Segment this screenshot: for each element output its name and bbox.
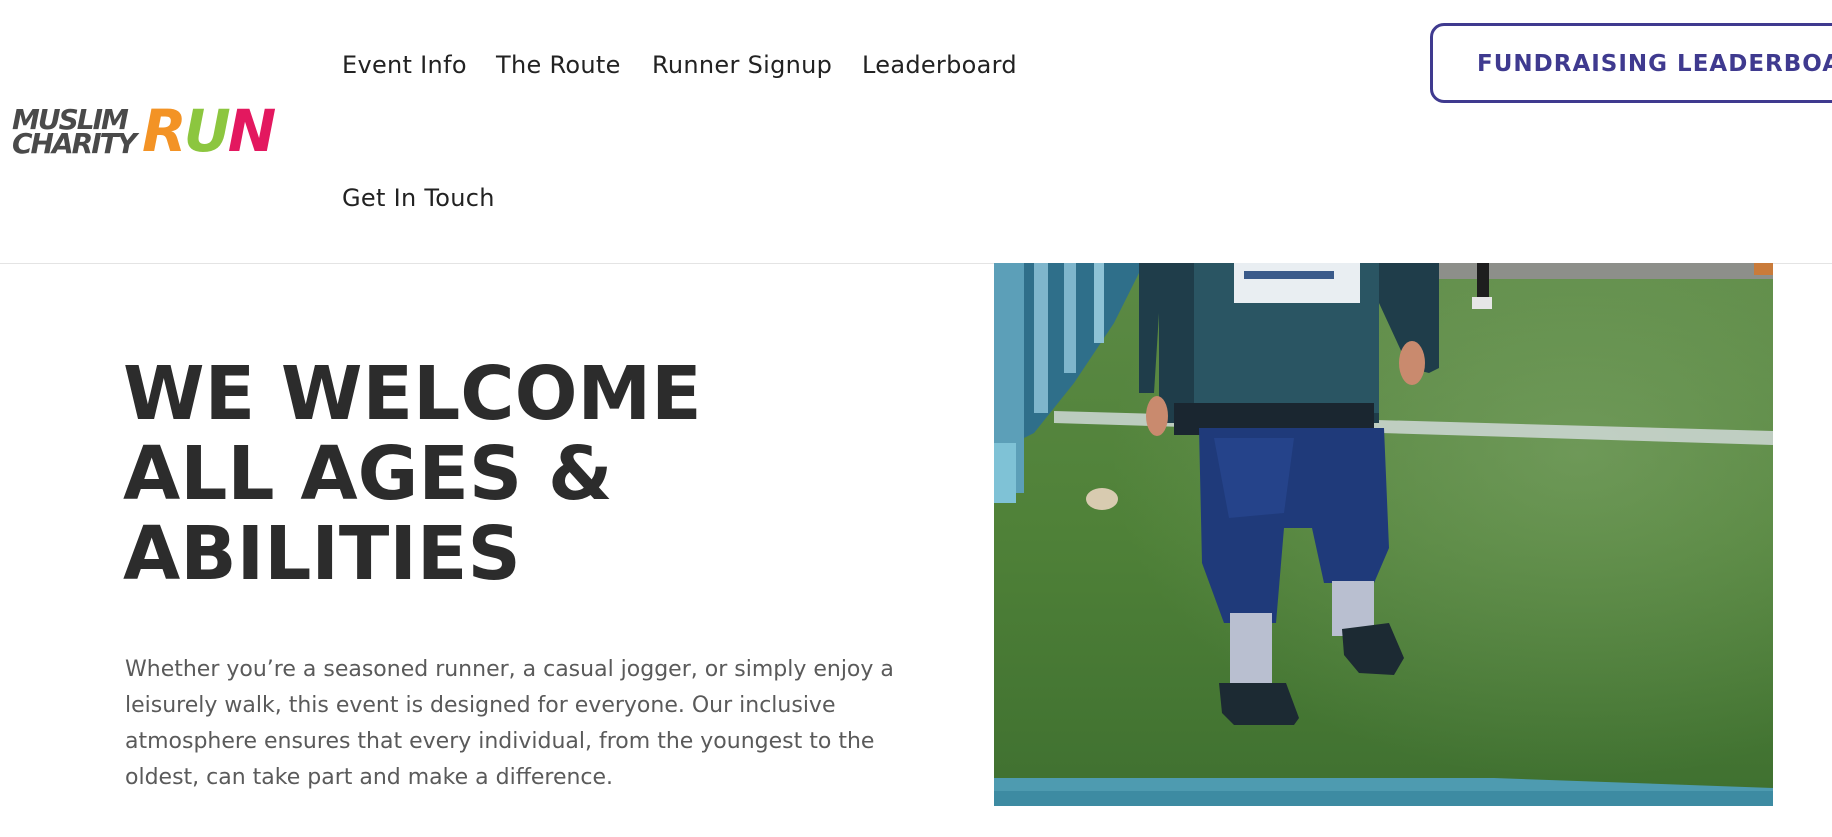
hero-heading-line-3: ABILITIES xyxy=(123,511,521,597)
hero-photo-illustration xyxy=(994,263,1773,806)
fundraising-leaderboard-label: FUNDRAISING LEADERBOARD xyxy=(1477,51,1832,77)
logo-word-charity: CHARITY xyxy=(12,127,137,160)
hero-heading-line-1: WE WELCOME xyxy=(123,351,702,437)
logo-run-letter-n: N xyxy=(227,97,277,165)
nav-leaderboard[interactable]: Leaderboard xyxy=(862,50,1017,80)
hero-photo-child-running xyxy=(994,263,1773,806)
site-logo[interactable]: MUSLIM CHARITY RUN xyxy=(12,100,290,162)
fundraising-leaderboard-button[interactable]: FUNDRAISING LEADERBOARD xyxy=(1430,23,1832,103)
nav-runner-signup[interactable]: Runner Signup xyxy=(652,50,832,80)
nav-the-route[interactable]: The Route xyxy=(496,50,621,80)
logo-run-letter-u: U xyxy=(183,97,231,165)
logo-word-run: RUN xyxy=(142,97,277,165)
nav-get-in-touch[interactable]: Get In Touch xyxy=(342,183,495,213)
hero-heading-line-2: ALL AGES & xyxy=(123,431,613,517)
main-navigation: Event Info The Route Runner Signup Leade… xyxy=(342,0,1102,262)
logo-run-letter-r: R xyxy=(142,97,187,165)
hero-description: Whether you’re a seasoned runner, a casu… xyxy=(125,657,894,790)
site-header: MUSLIM CHARITY RUN Event Info The Route … xyxy=(0,0,1832,264)
nav-event-info[interactable]: Event Info xyxy=(342,50,467,80)
hero-heading: WE WELCOME ALL AGES & ABILITIES xyxy=(123,354,823,594)
